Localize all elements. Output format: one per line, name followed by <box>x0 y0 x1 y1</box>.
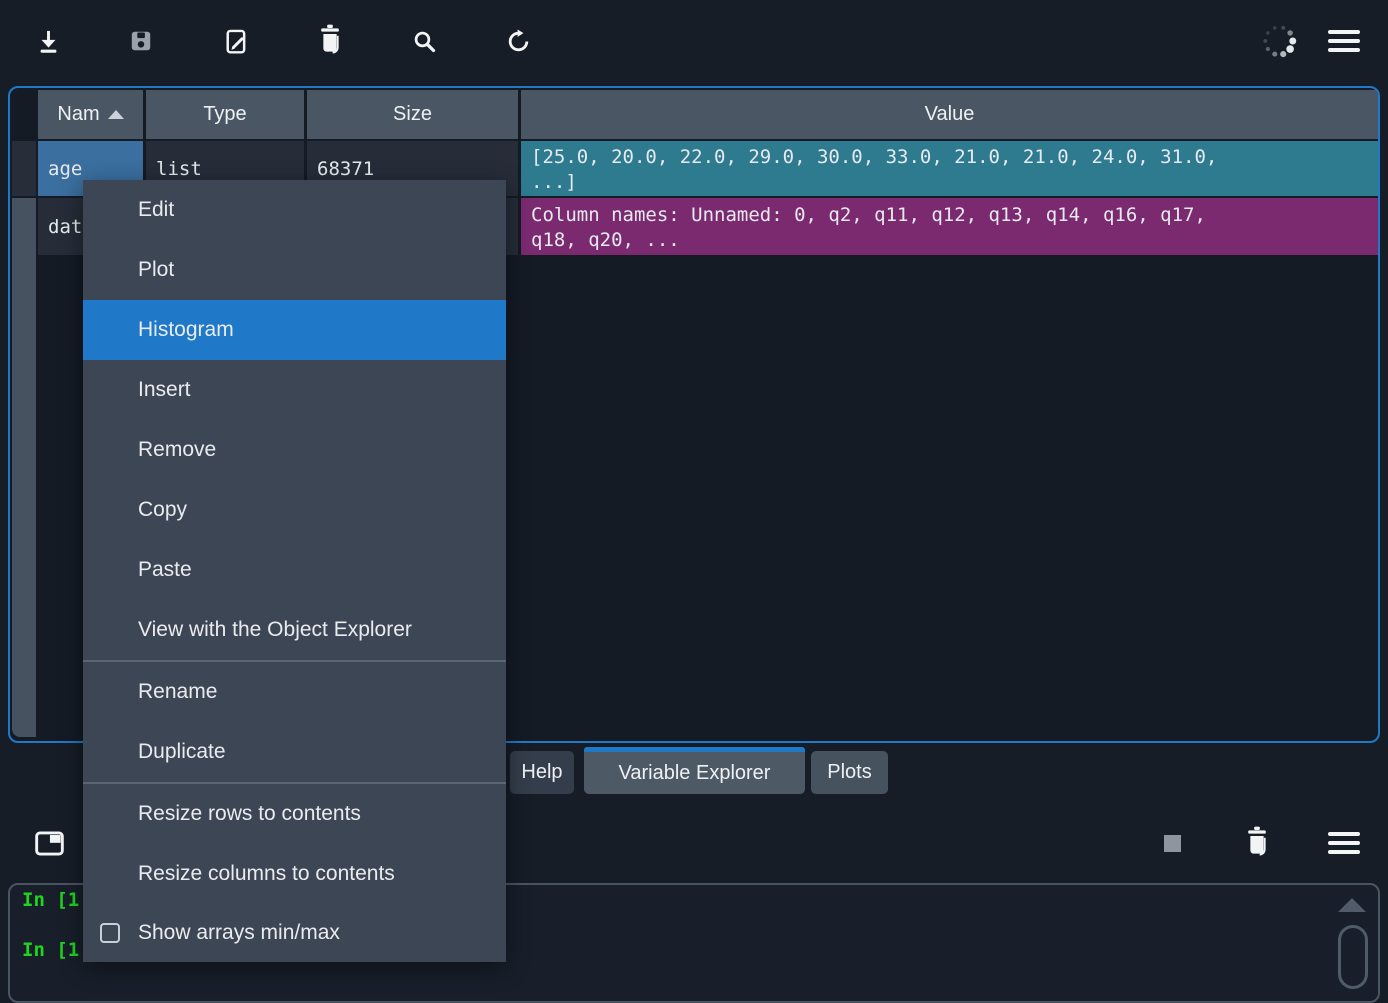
options-menu-button[interactable] <box>1322 19 1366 63</box>
refresh-button[interactable] <box>496 19 540 63</box>
new-window-icon <box>35 831 64 856</box>
menu-label: Duplicate <box>138 740 226 764</box>
tab-variable-explorer[interactable]: Variable Explorer <box>584 747 805 794</box>
gutter-scrollbar-thumb[interactable] <box>12 198 36 737</box>
trash-icon <box>1243 826 1271 857</box>
scrollbar-thumb[interactable] <box>1338 925 1368 989</box>
search-button[interactable] <box>402 19 446 63</box>
scrollbar-up-arrow[interactable] <box>1338 898 1366 912</box>
cell-value-data[interactable]: Column names: Unnamed: 0, q2, q11, q12, … <box>521 198 1378 255</box>
save-data-as-button[interactable] <box>214 19 258 63</box>
menu-item-paste[interactable]: Paste <box>83 540 506 600</box>
variable-name: dat <box>48 216 82 238</box>
menu-item-rename[interactable]: Rename <box>83 662 506 722</box>
header-size-label: Size <box>393 103 432 126</box>
spinner-icon <box>1261 23 1297 59</box>
refresh-icon <box>505 28 532 55</box>
menu-label: Insert <box>138 378 191 402</box>
menu-label: Plot <box>138 258 174 282</box>
tab-help-label: Help <box>521 761 562 784</box>
save-data-as-icon <box>223 28 250 55</box>
remove-variable-button[interactable] <box>308 17 352 61</box>
loading-spinner <box>1257 19 1301 63</box>
console-prompt: In [1 <box>22 939 79 961</box>
variable-explorer-toolbar <box>0 0 1388 85</box>
header-type-label: Type <box>203 103 246 126</box>
menu-item-plot[interactable]: Plot <box>83 240 506 300</box>
menu-item-duplicate[interactable]: Duplicate <box>83 722 506 782</box>
header-type[interactable]: Type <box>146 90 304 139</box>
menu-item-view-object-explorer[interactable]: View with the Object Explorer <box>83 600 506 660</box>
tab-help[interactable]: Help <box>510 751 574 794</box>
menu-label: Resize rows to contents <box>138 802 361 826</box>
tab-plots[interactable]: Plots <box>811 751 888 794</box>
menu-item-insert[interactable]: Insert <box>83 360 506 420</box>
menu-item-resize-rows[interactable]: Resize rows to contents <box>83 784 506 844</box>
console-stop-button[interactable] <box>1150 821 1194 865</box>
stop-icon <box>1164 835 1181 852</box>
menu-label: Histogram <box>138 318 234 342</box>
variable-size: 68371 <box>317 158 374 180</box>
menu-label: Resize columns to contents <box>138 862 395 886</box>
console-options-menu-button[interactable] <box>1322 821 1366 865</box>
menu-label: Remove <box>138 438 216 462</box>
console-remove-all-button[interactable] <box>1235 819 1279 863</box>
hamburger-icon <box>1328 30 1360 52</box>
import-data-button[interactable] <box>26 19 70 63</box>
header-value-label: Value <box>925 103 975 126</box>
hamburger-icon <box>1328 832 1360 854</box>
tab-variable-explorer-label: Variable Explorer <box>619 762 771 785</box>
header-name-label: Nam <box>57 103 99 126</box>
sort-ascending-icon <box>108 110 124 119</box>
gutter-row-segment <box>12 141 36 196</box>
header-size[interactable]: Size <box>307 90 518 139</box>
value-line: ...] <box>531 170 577 195</box>
menu-label: Show arrays min/max <box>138 921 340 945</box>
save-data-icon <box>128 28 154 54</box>
menu-item-resize-columns[interactable]: Resize columns to contents <box>83 844 506 904</box>
menu-label: Copy <box>138 498 187 522</box>
menu-label: View with the Object Explorer <box>138 618 412 642</box>
menu-label: Paste <box>138 558 192 582</box>
tab-plots-label: Plots <box>827 761 871 784</box>
cell-value-age[interactable]: [25.0, 20.0, 22.0, 29.0, 30.0, 33.0, 21.… <box>521 141 1378 196</box>
menu-item-copy[interactable]: Copy <box>83 480 506 540</box>
menu-item-edit[interactable]: Edit <box>83 180 506 240</box>
value-line: [25.0, 20.0, 22.0, 29.0, 30.0, 33.0, 21.… <box>531 145 1217 170</box>
table-left-gutter[interactable] <box>12 141 36 737</box>
menu-item-show-arrays-minmax[interactable]: Show arrays min/max <box>83 904 506 962</box>
menu-label: Edit <box>138 198 174 222</box>
header-value[interactable]: Value <box>521 90 1378 139</box>
checkbox-unchecked-icon[interactable] <box>100 923 120 943</box>
variable-context-menu: Edit Plot Histogram Insert Remove Copy P… <box>83 180 506 962</box>
search-icon <box>411 28 438 55</box>
header-name[interactable]: Nam <box>38 90 143 139</box>
menu-label: Rename <box>138 680 217 704</box>
variable-type: list <box>156 158 202 180</box>
trash-icon <box>316 24 344 55</box>
variable-name: age <box>48 158 82 180</box>
save-data-button[interactable] <box>119 19 163 63</box>
import-data-icon <box>35 28 62 55</box>
console-new-window-button[interactable] <box>27 821 71 865</box>
menu-item-remove[interactable]: Remove <box>83 420 506 480</box>
value-line: q18, q20, ... <box>531 228 680 253</box>
menu-item-histogram[interactable]: Histogram <box>83 300 506 360</box>
console-prompt: In [1 <box>22 889 79 911</box>
table-header-row: Nam Type Size Value <box>38 90 1378 139</box>
value-line: Column names: Unnamed: 0, q2, q11, q12, … <box>531 203 1206 228</box>
